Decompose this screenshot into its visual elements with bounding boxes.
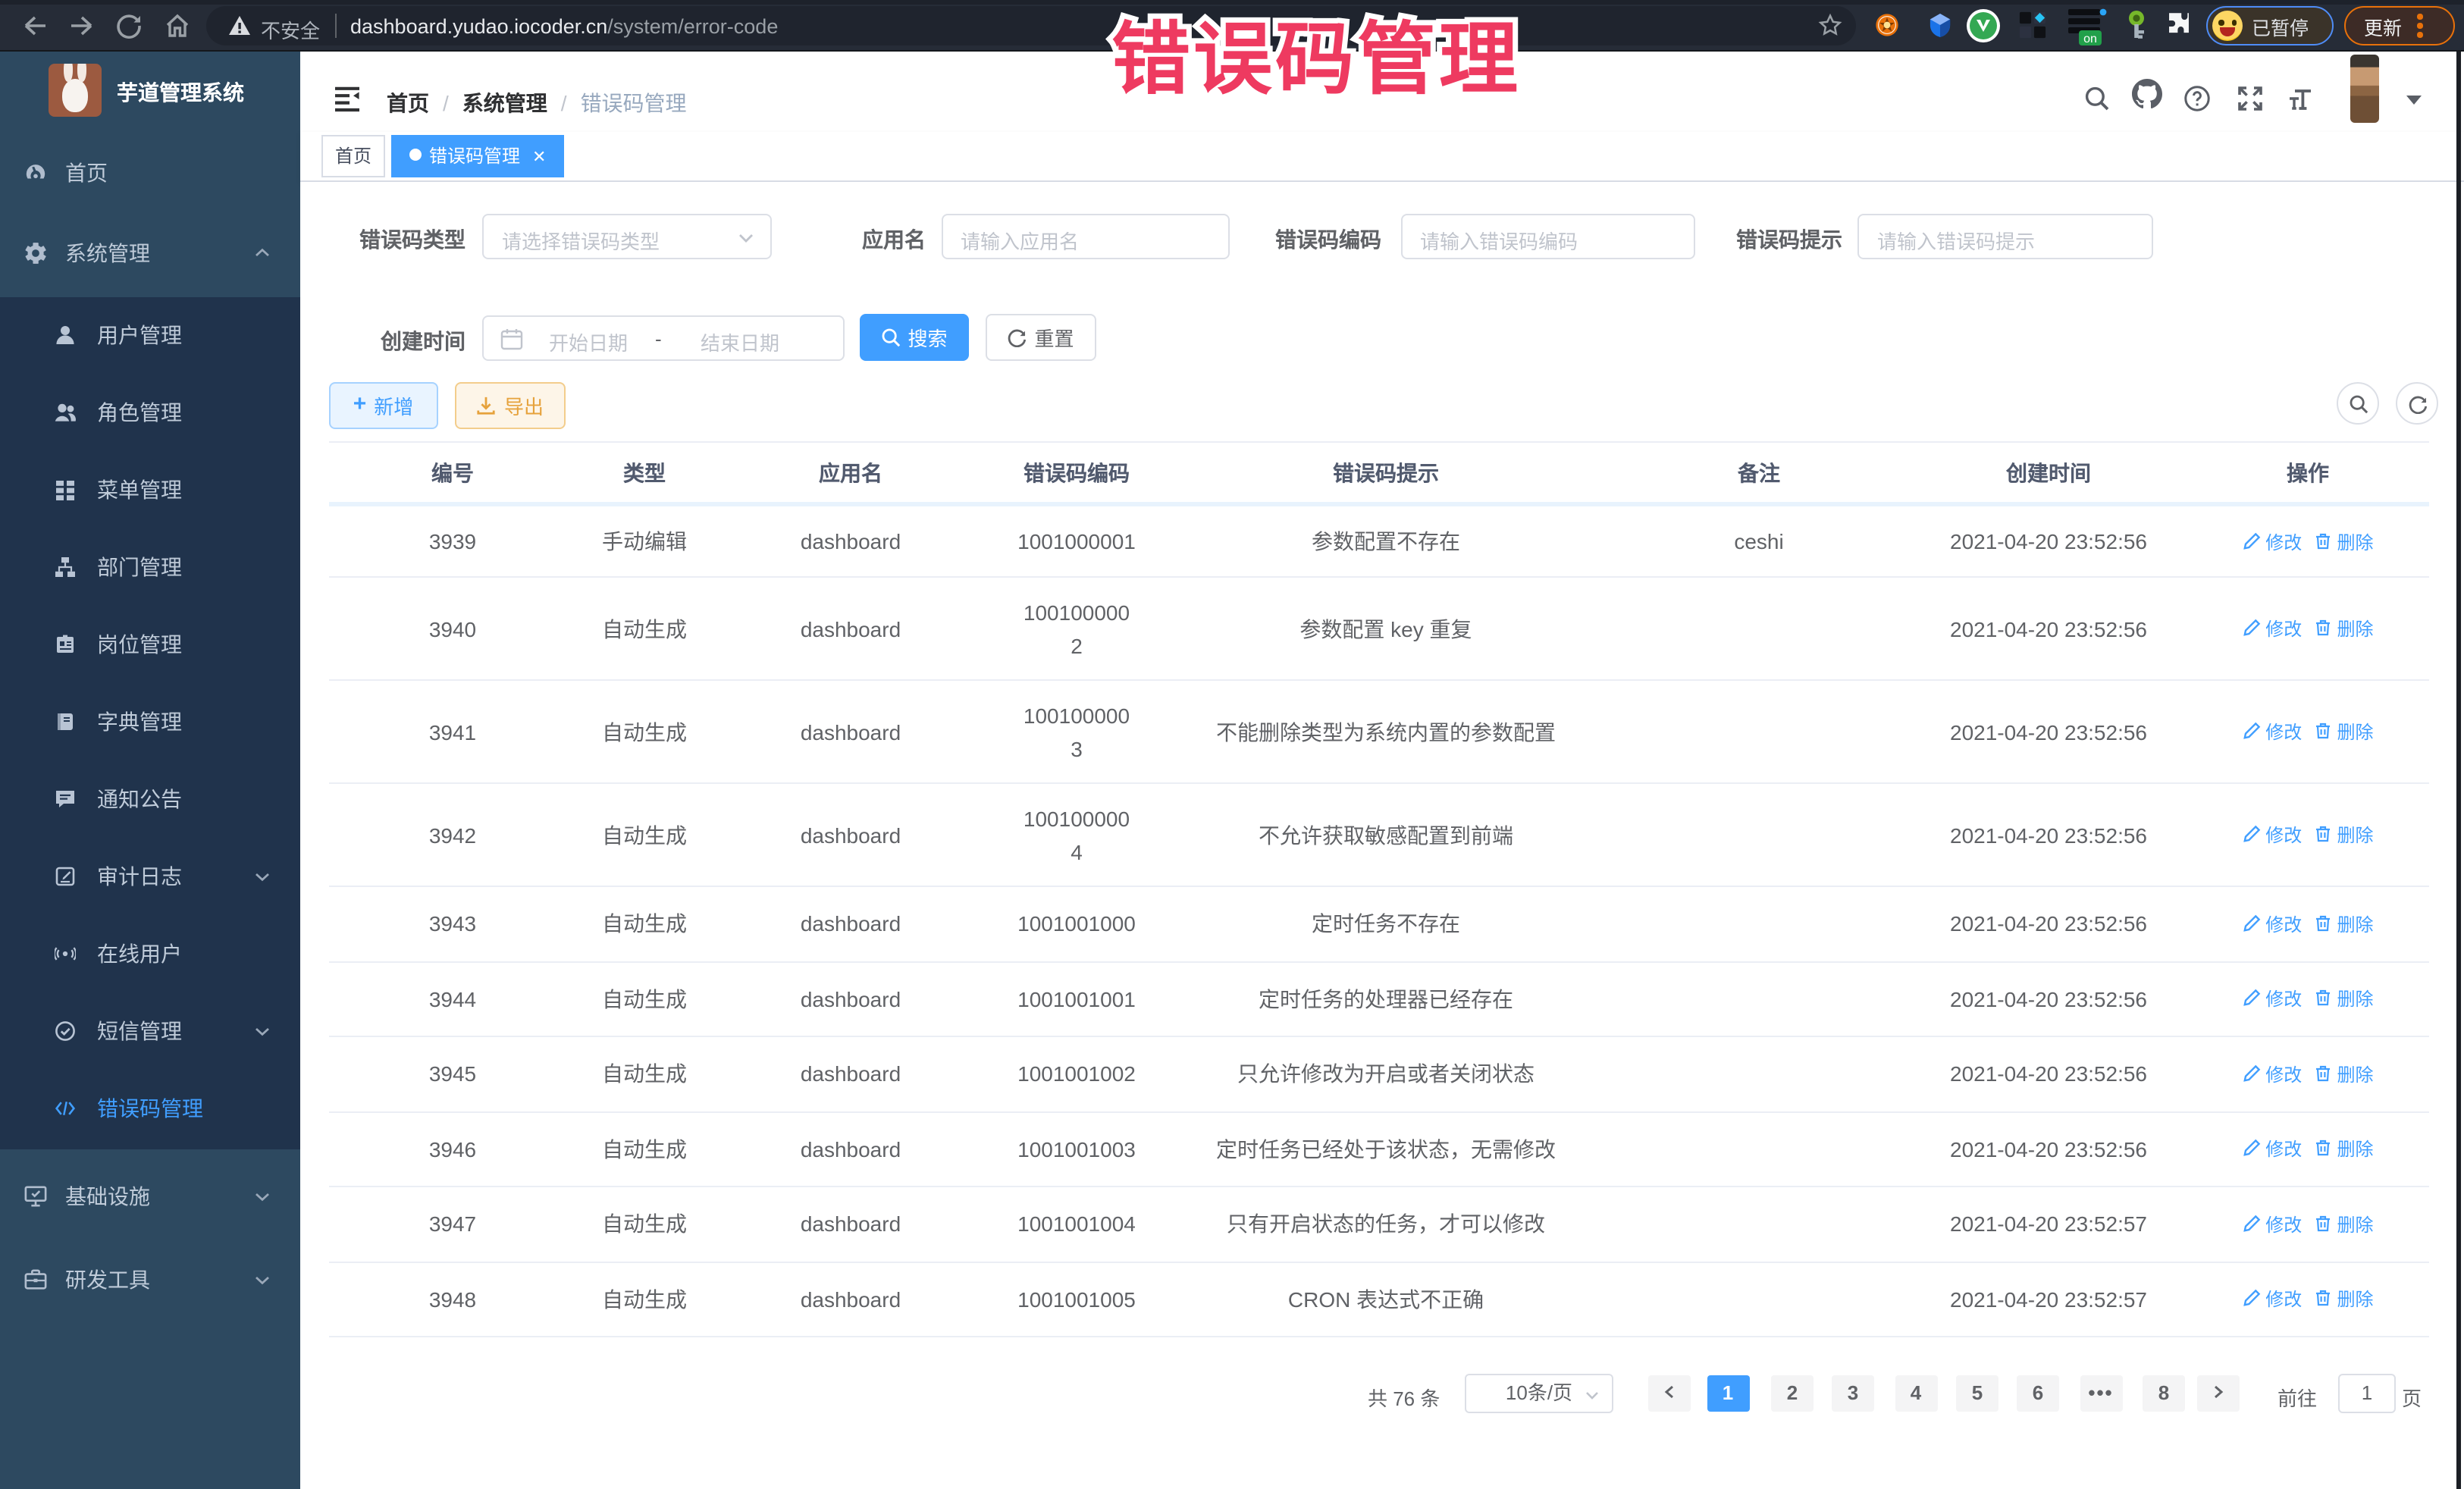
svg-text:on: on [2083,33,2097,45]
